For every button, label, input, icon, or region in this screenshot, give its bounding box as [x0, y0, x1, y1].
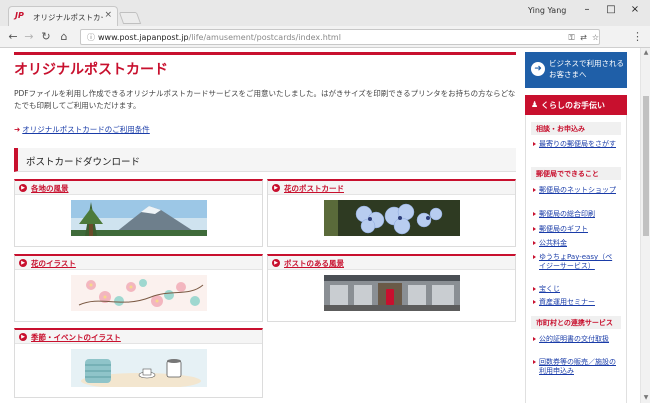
sidebar-link-find-office[interactable]: 最寄りの郵便局をさがす — [533, 140, 619, 149]
business-customers-banner[interactable]: ➜ ビジネスで利用されるお客さまへ — [525, 52, 627, 88]
sidebar-link-lottery[interactable]: 宝くじ — [533, 285, 619, 294]
chevron-right-icon: ▶ — [272, 259, 280, 267]
download-section-header: ポストカードダウンロード — [14, 148, 516, 172]
chevron-right-icon: ▶ — [19, 259, 27, 267]
flower-photo-thumbnail[interactable] — [323, 200, 460, 236]
sidebar-link-seminar[interactable]: 資産運用セミナー — [533, 298, 619, 307]
forward-arrow-icon[interactable]: → — [22, 30, 36, 44]
sidebar-link-certificate[interactable]: 公的証明書の交付取扱 — [533, 335, 619, 344]
page-title: オリジナルポストカード — [14, 62, 168, 78]
seasonal-illustration-thumbnail[interactable] — [70, 349, 207, 387]
card-landscape[interactable]: ▶ 各地の風景 — [14, 179, 263, 247]
address-bar[interactable]: ⓘ www.post.japanpost.jp/life/amusement/po… — [80, 29, 600, 45]
postbox-scene-thumbnail[interactable] — [323, 275, 460, 311]
flower-illustration-thumbnail[interactable] — [70, 275, 207, 311]
menu-dots-icon[interactable]: ⋮ — [632, 30, 643, 43]
triangle-right-icon — [533, 212, 536, 216]
arrow-right-circle-icon: ➜ — [531, 62, 545, 76]
japanpost-favicon-icon: JP — [15, 11, 24, 20]
reload-icon[interactable]: ↻ — [39, 30, 53, 44]
profile-name[interactable]: Ying Yang — [528, 6, 566, 15]
page-scrollbar[interactable]: ▲ ▼ — [640, 48, 650, 403]
card-seasonal-illustration[interactable]: ▶ 季節・イベントのイラスト — [14, 328, 263, 398]
card-flower-illustration[interactable]: ▶ 花のイラスト — [14, 254, 263, 322]
bookmark-star-icon[interactable]: ☆ — [589, 31, 602, 44]
chevron-right-icon: ▶ — [19, 184, 27, 192]
maximize-button[interactable]: □ — [601, 3, 621, 17]
arrow-icon: ➜ — [14, 125, 21, 134]
back-arrow-icon[interactable]: ← — [6, 30, 20, 44]
title-bar: JP オリジナルポストカード × Ying Yang – □ × — [0, 0, 650, 26]
person-icon: ♟ — [531, 100, 539, 109]
page-viewport: オリジナルポストカード PDFファイルを利用し作成できるオリジナルポストカードサ… — [0, 48, 640, 403]
browser-toolbar: ← → ↻ ⌂ ⓘ www.post.japanpost.jp/life/amus… — [0, 26, 650, 48]
home-icon[interactable]: ⌂ — [57, 30, 71, 44]
life-support-label: くらしのお手伝い — [541, 101, 605, 110]
sidebar-category-services: 郵便局でできること — [531, 167, 621, 180]
card-title[interactable]: ポストのある風景 — [284, 258, 344, 269]
sidebar-category-municipal: 市町村との連携サービス — [531, 316, 621, 329]
card-title[interactable]: 季節・イベントのイラスト — [31, 332, 121, 343]
sidebar-link-payeasy[interactable]: ゆうちょPay-easy（ペイジーサービス） — [533, 253, 619, 271]
life-support-header: ♟ くらしのお手伝い — [525, 95, 627, 115]
scroll-down-icon[interactable]: ▼ — [641, 393, 650, 403]
intro-text: PDFファイルを利用し作成できるオリジナルポストカードサービスをご用意いたしまし… — [14, 89, 516, 110]
triangle-right-icon — [533, 188, 536, 192]
new-tab-button[interactable] — [118, 12, 142, 24]
triangle-right-icon — [533, 255, 536, 259]
terms-link[interactable]: ➜ オリジナルポストカードのご利用条件 — [14, 124, 150, 135]
scroll-up-icon[interactable]: ▲ — [641, 48, 650, 58]
scrollbar-thumb[interactable] — [643, 96, 649, 236]
tab-close-icon[interactable]: × — [104, 10, 112, 20]
card-flower-photo[interactable]: ▶ 花のポストカード — [267, 179, 516, 247]
triangle-right-icon — [533, 227, 536, 231]
triangle-right-icon — [533, 287, 536, 291]
url-text[interactable]: ⓘ www.post.japanpost.jp/life/amusement/po… — [87, 32, 341, 43]
triangle-right-icon — [533, 360, 536, 364]
triangle-right-icon — [533, 142, 536, 146]
triangle-right-icon — [533, 241, 536, 245]
sidebar-link-netshop[interactable]: 郵便局のネットショップ — [533, 186, 619, 195]
info-icon[interactable]: ⓘ — [87, 33, 95, 42]
chevron-right-icon: ▶ — [272, 184, 280, 192]
chevron-right-icon: ▶ — [19, 333, 27, 341]
landscape-thumbnail[interactable] — [70, 200, 207, 236]
sidebar-link-gift[interactable]: 郵便局のギフト — [533, 225, 619, 234]
close-window-button[interactable]: × — [625, 3, 645, 17]
minimize-button[interactable]: – — [577, 3, 597, 17]
card-title[interactable]: 各地の風景 — [31, 183, 69, 194]
tab-title: オリジナルポストカード — [33, 13, 103, 22]
page-title-bar: オリジナルポストカード — [14, 52, 516, 79]
section-title: ポストカードダウンロード — [26, 157, 141, 168]
sidebar-link-utility[interactable]: 公共料金 — [533, 239, 619, 248]
browser-tab[interactable]: JP オリジナルポストカード × — [8, 6, 118, 26]
triangle-right-icon — [533, 337, 536, 341]
card-title[interactable]: 花のイラスト — [31, 258, 76, 269]
triangle-right-icon — [533, 300, 536, 304]
sidebar-category-consult: 相談・お申込み — [531, 122, 621, 135]
card-title[interactable]: 花のポストカード — [284, 183, 344, 194]
business-banner-text: ビジネスで利用されるお客さまへ — [549, 59, 624, 79]
card-postbox-scene[interactable]: ▶ ポストのある風景 — [267, 254, 516, 322]
sidebar-link-tickets[interactable]: 回数券等の販売／施設の利用申込み — [533, 358, 619, 376]
sidebar-link-printing[interactable]: 郵便局の総合印刷 — [533, 210, 619, 219]
